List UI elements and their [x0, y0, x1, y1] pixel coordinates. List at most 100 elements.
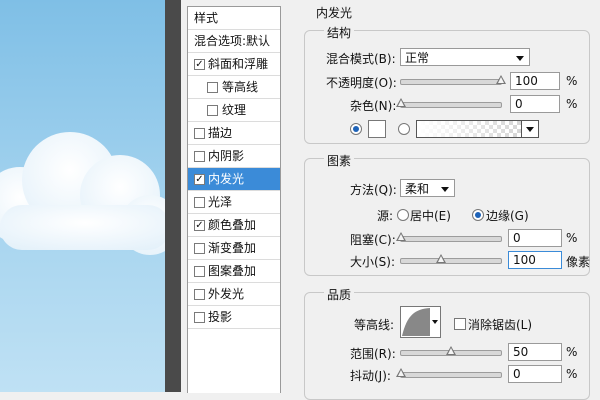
glow-gradient-picker[interactable]: [416, 120, 522, 138]
style-item[interactable]: 等高线: [188, 76, 280, 99]
opacity-unit: %: [566, 74, 578, 88]
method-select[interactable]: 柔和: [400, 179, 455, 197]
blend-mode-select[interactable]: 正常: [400, 48, 530, 66]
noise-input[interactable]: 0: [510, 95, 560, 113]
style-item-label: 光泽: [208, 195, 233, 209]
style-item-label: 描边: [208, 126, 233, 140]
source-center-radio[interactable]: [397, 209, 409, 221]
style-item-label: 斜面和浮雕: [208, 57, 269, 71]
style-checkbox[interactable]: [194, 266, 205, 277]
style-item-label: 等高线: [222, 80, 259, 94]
jitter-unit: %: [566, 367, 578, 381]
style-item[interactable]: 渐变叠加: [188, 237, 280, 260]
opacity-input[interactable]: 100: [510, 72, 560, 90]
jitter-input[interactable]: 0: [508, 365, 562, 383]
choke-unit: %: [566, 231, 578, 245]
style-item-label: 内发光: [208, 172, 245, 186]
blend-options-item[interactable]: 混合选项:默认: [188, 30, 280, 53]
blend-mode-value: 正常: [405, 51, 430, 65]
style-item[interactable]: ✓ 内发光: [188, 168, 280, 191]
color-radio[interactable]: [350, 123, 362, 135]
style-item[interactable]: ✓ 颜色叠加: [188, 214, 280, 237]
noise-label: 杂色(N):: [350, 99, 397, 113]
style-checkbox[interactable]: [194, 312, 205, 323]
style-checkbox[interactable]: [194, 197, 205, 208]
style-checkbox[interactable]: [207, 105, 218, 116]
jitter-label: 抖动(J):: [350, 369, 391, 383]
gradient-dropdown-button[interactable]: [521, 120, 539, 138]
blend-mode-label: 混合模式(B):: [326, 52, 396, 66]
style-checkbox[interactable]: [194, 128, 205, 139]
chevron-down-icon: [441, 187, 449, 192]
noise-unit: %: [566, 97, 578, 111]
method-label: 方法(Q):: [350, 183, 397, 197]
gradient-radio[interactable]: [398, 123, 410, 135]
contour-dropdown-button[interactable]: [431, 306, 441, 338]
contour-picker[interactable]: [400, 306, 432, 338]
opacity-slider[interactable]: [400, 75, 506, 85]
elements-title: 图素: [324, 152, 355, 169]
style-checkbox[interactable]: [194, 151, 205, 162]
range-slider-thumb[interactable]: [446, 346, 456, 355]
noise-slider[interactable]: [396, 98, 502, 108]
style-item-label: 外发光: [208, 287, 245, 301]
opacity-label: 不透明度(O):: [326, 76, 397, 90]
structure-title: 结构: [324, 24, 355, 41]
style-item-label: 内阴影: [208, 149, 245, 163]
antialias-checkbox[interactable]: [454, 318, 466, 330]
choke-input[interactable]: 0: [508, 229, 562, 247]
choke-slider-thumb[interactable]: [396, 232, 406, 241]
style-item[interactable]: 内阴影: [188, 145, 280, 168]
noise-slider-thumb[interactable]: [396, 98, 406, 107]
style-item-label: 投影: [208, 310, 233, 324]
style-checkbox[interactable]: [194, 243, 205, 254]
quality-title: 品质: [324, 286, 355, 303]
range-unit: %: [566, 345, 578, 359]
antialias-label[interactable]: 消除锯齿(L): [468, 316, 532, 333]
style-item-label: 纹理: [222, 103, 247, 117]
canvas-preview: [0, 0, 180, 392]
styles-list: 样式 混合选项:默认 ✓ 斜面和浮雕 等高线 纹理 描边 内阴影 ✓ 内发光 光泽 ✓ 颜色叠加 渐变…: [187, 6, 281, 393]
size-input[interactable]: 100: [508, 251, 562, 269]
panel-title: 内发光: [316, 6, 353, 20]
jitter-slider[interactable]: [396, 368, 502, 378]
glow-color-swatch[interactable]: [368, 120, 386, 138]
source-label: 源:: [377, 209, 394, 223]
contour-label: 等高线:: [354, 318, 395, 332]
chevron-down-icon: [516, 56, 524, 61]
style-checkbox[interactable]: ✓: [194, 220, 205, 231]
source-edge-radio[interactable]: [472, 209, 484, 221]
style-item[interactable]: 投影: [188, 306, 280, 329]
style-item-label: 颜色叠加: [208, 218, 257, 232]
style-item[interactable]: 描边: [188, 122, 280, 145]
style-item-label: 渐变叠加: [208, 241, 257, 255]
cloud-image: [0, 132, 180, 255]
styles-header[interactable]: 样式: [188, 7, 280, 30]
size-unit: 像素: [566, 255, 591, 269]
style-checkbox[interactable]: [194, 289, 205, 300]
opacity-slider-thumb[interactable]: [496, 75, 506, 84]
range-slider[interactable]: [400, 346, 502, 356]
choke-slider[interactable]: [396, 232, 502, 242]
source-center-label[interactable]: 居中(E): [410, 207, 451, 224]
style-checkbox[interactable]: ✓: [194, 174, 205, 185]
style-item[interactable]: 图案叠加: [188, 260, 280, 283]
style-checkbox[interactable]: ✓: [194, 59, 205, 70]
range-label: 范围(R):: [350, 347, 396, 361]
style-item-label: 图案叠加: [208, 264, 257, 278]
style-item[interactable]: ✓ 斜面和浮雕: [188, 53, 280, 76]
choke-label: 阻塞(C):: [350, 233, 396, 247]
size-slider-thumb[interactable]: [436, 254, 446, 263]
contour-curve-icon: [402, 308, 430, 336]
method-value: 柔和: [405, 182, 430, 196]
panel-divider: [165, 0, 182, 392]
style-item[interactable]: 光泽: [188, 191, 280, 214]
range-input[interactable]: 50: [508, 343, 562, 361]
size-label: 大小(S):: [350, 255, 396, 269]
style-item[interactable]: 纹理: [188, 99, 280, 122]
style-item[interactable]: 外发光: [188, 283, 280, 306]
source-edge-label[interactable]: 边缘(G): [486, 207, 529, 224]
jitter-slider-thumb[interactable]: [396, 368, 406, 377]
size-slider[interactable]: [400, 254, 502, 264]
style-checkbox[interactable]: [207, 82, 218, 93]
